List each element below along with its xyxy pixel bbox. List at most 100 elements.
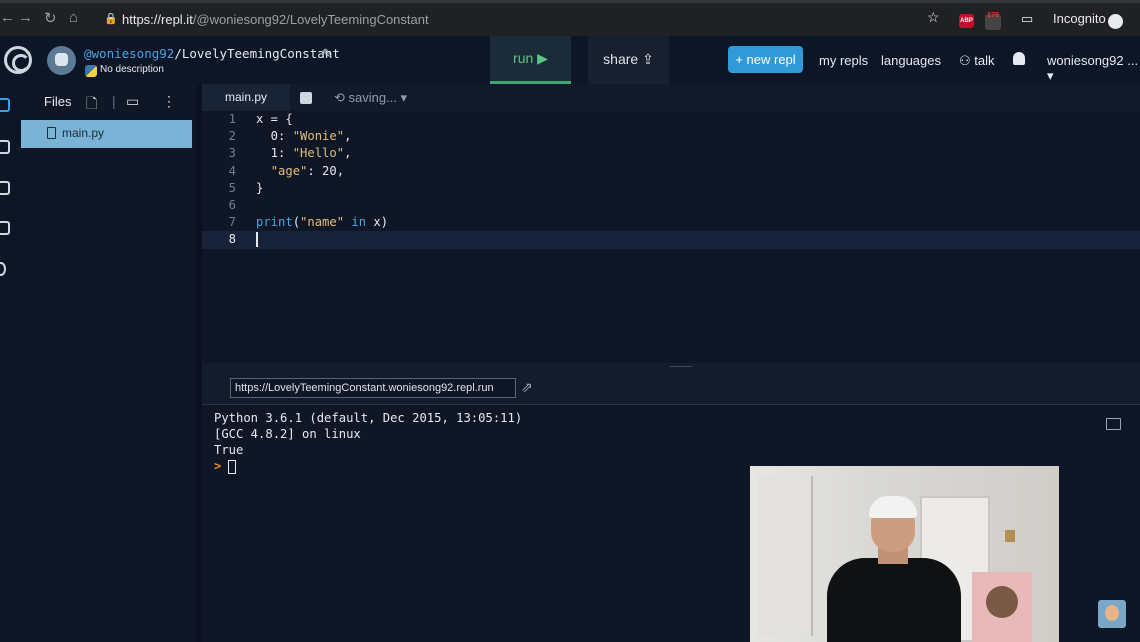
nav-talk-label: talk <box>974 53 995 68</box>
file-item-main-py[interactable]: main.py <box>21 120 192 148</box>
editor-console-resizer[interactable] <box>202 363 1140 371</box>
line-number: 7 <box>228 215 236 230</box>
repl-description[interactable]: No description <box>100 64 164 75</box>
console-prompt: > <box>214 459 222 473</box>
incognito-label: Incognito <box>1053 11 1106 26</box>
chevron-down-icon[interactable]: ▾ <box>397 90 408 105</box>
new-repl-button[interactable]: + new repl <box>728 46 803 73</box>
code-line[interactable]: 2 0: "Wonie", <box>202 128 1140 145</box>
history-icon: ⟲ <box>334 90 349 105</box>
code-line[interactable]: 7 print("name" in x) <box>202 214 1140 231</box>
python-icon <box>85 65 97 77</box>
account-label: woniesong92 ... <box>1047 53 1139 68</box>
repl-title[interactable]: @woniesong92/LovelyTeemingConstant <box>84 46 340 61</box>
edit-pencil-icon[interactable]: ✎ <box>322 46 333 62</box>
code-line[interactable]: 3 1: "Hello", <box>202 145 1140 162</box>
code-text: 1: "Hello", <box>256 146 352 161</box>
cast-icon[interactable]: ▭ <box>1021 11 1033 27</box>
repl-header: @woniesong92/LovelyTeemingConstant ✎ No … <box>0 36 1140 84</box>
user-avatar[interactable] <box>47 46 76 75</box>
text-cursor <box>256 232 258 248</box>
clear-console-icon[interactable] <box>1106 418 1121 430</box>
share-label: share <box>603 51 639 67</box>
format-icon[interactable] <box>300 92 312 104</box>
url-host: https://repl.it <box>122 12 193 27</box>
line-number: 4 <box>228 163 236 178</box>
editor-tab-bar: main.py ⟲ saving... ▾ <box>202 84 1140 111</box>
lock-icon: 🔒 <box>104 13 118 25</box>
code-text: x = { <box>256 112 293 126</box>
nav-languages[interactable]: languages <box>881 53 941 68</box>
settings-gear-icon[interactable] <box>0 262 6 276</box>
nav-my-repls[interactable]: my repls <box>819 53 868 68</box>
files-title: Files <box>44 94 72 109</box>
code-line[interactable]: 1 x = { <box>202 111 1140 128</box>
code-text: } <box>256 180 264 195</box>
console-line: Python 3.6.1 (default, Dec 2015, 13:05:1… <box>214 411 523 425</box>
code-text: print("name" in x) <box>256 215 389 230</box>
presenter-cap <box>869 496 917 518</box>
address-bar[interactable]: https://repl.it/@woniesong92/LovelyTeemi… <box>122 12 429 27</box>
adblock-extension-icon[interactable]: ABP <box>959 14 974 28</box>
line-number: 8 <box>228 232 236 247</box>
code-line[interactable]: 5} <box>202 180 1140 197</box>
console-cursor <box>228 460 236 474</box>
star-icon[interactable]: ☆ <box>927 9 940 26</box>
webcam-overlay <box>750 466 1059 642</box>
repl-run-url[interactable]: https://LovelyTeemingConstant.woniesong9… <box>230 378 516 398</box>
browser-toolbar: ← → ↻ ⌂ 🔒 https://repl.it/@woniesong92/L… <box>0 0 1140 36</box>
add-file-icon[interactable]: 🗋 <box>86 93 97 117</box>
webcam-wall-picture <box>1005 530 1015 542</box>
webcam-doorframe <box>758 476 813 636</box>
repl-owner[interactable]: @woniesong92 <box>84 46 174 61</box>
code-editor[interactable]: 1x = {2 0: "Wonie", 3 1: "Hello", 4 "age":… <box>202 111 1140 363</box>
files-panel: Files 🗋 | ▭ ⋮ main.py <box>20 84 196 642</box>
replit-logo-icon[interactable] <box>4 46 32 74</box>
code-line[interactable]: 6 <box>202 197 1140 214</box>
url-path: /@woniesong92/LovelyTeemingConstant <box>192 12 429 27</box>
console-url-bar: https://LovelyTeemingConstant.woniesong9… <box>202 371 1140 405</box>
nav-talk[interactable]: ⚇ talk <box>959 53 995 69</box>
incognito-icon[interactable] <box>1108 14 1123 29</box>
save-status: ⟲ saving... ▾ <box>334 90 407 106</box>
separator: | <box>112 93 116 109</box>
presenter-body <box>827 558 961 642</box>
save-status-label: saving... <box>348 90 397 105</box>
share-icon: ⇪ <box>642 51 654 67</box>
webcam-poster <box>972 572 1032 642</box>
chat-avatar[interactable] <box>1098 600 1126 628</box>
packages-icon[interactable] <box>0 140 10 154</box>
run-button[interactable]: run ▶ <box>490 36 571 84</box>
share-button[interactable]: share ⇪ <box>588 36 669 84</box>
more-options-icon[interactable]: ⋮ <box>162 93 176 110</box>
resize-grip <box>670 366 692 367</box>
bell-icon[interactable] <box>1013 52 1025 65</box>
line-number: 2 <box>228 129 236 144</box>
files-icon[interactable] <box>0 98 10 112</box>
line-number: 5 <box>228 180 236 195</box>
add-folder-icon[interactable]: ▭ <box>126 93 139 110</box>
line-number: 6 <box>228 198 236 212</box>
forward-icon[interactable]: → <box>18 9 33 26</box>
file-icon <box>47 127 56 139</box>
tab-main-py[interactable]: main.py <box>202 84 290 111</box>
sidebar-rail <box>0 84 20 642</box>
account-menu[interactable]: woniesong92 ... ▾ <box>1047 53 1140 84</box>
line-number: 1 <box>228 112 236 126</box>
code-text: 0: "Wonie", <box>256 129 352 144</box>
multiplayer-icon[interactable] <box>0 181 10 195</box>
people-icon: ⚇ <box>959 53 975 68</box>
line-number: 3 <box>228 146 236 161</box>
open-external-icon[interactable]: ⇗ <box>521 379 533 396</box>
back-icon[interactable]: ← <box>0 9 15 26</box>
extension-badge: 178 <box>987 12 999 19</box>
reload-icon[interactable]: ↻ <box>44 9 57 27</box>
code-line[interactable]: 4 "age": 20, <box>202 163 1140 180</box>
file-name: main.py <box>62 126 105 140</box>
console-line: [GCC 4.8.2] on linux <box>214 427 361 441</box>
code-line[interactable]: 8 <box>202 231 1140 249</box>
home-icon[interactable]: ⌂ <box>69 9 78 26</box>
console-line: True <box>214 443 244 457</box>
debugger-icon[interactable] <box>0 221 10 235</box>
extension-icon[interactable]: 178 <box>985 12 1001 30</box>
